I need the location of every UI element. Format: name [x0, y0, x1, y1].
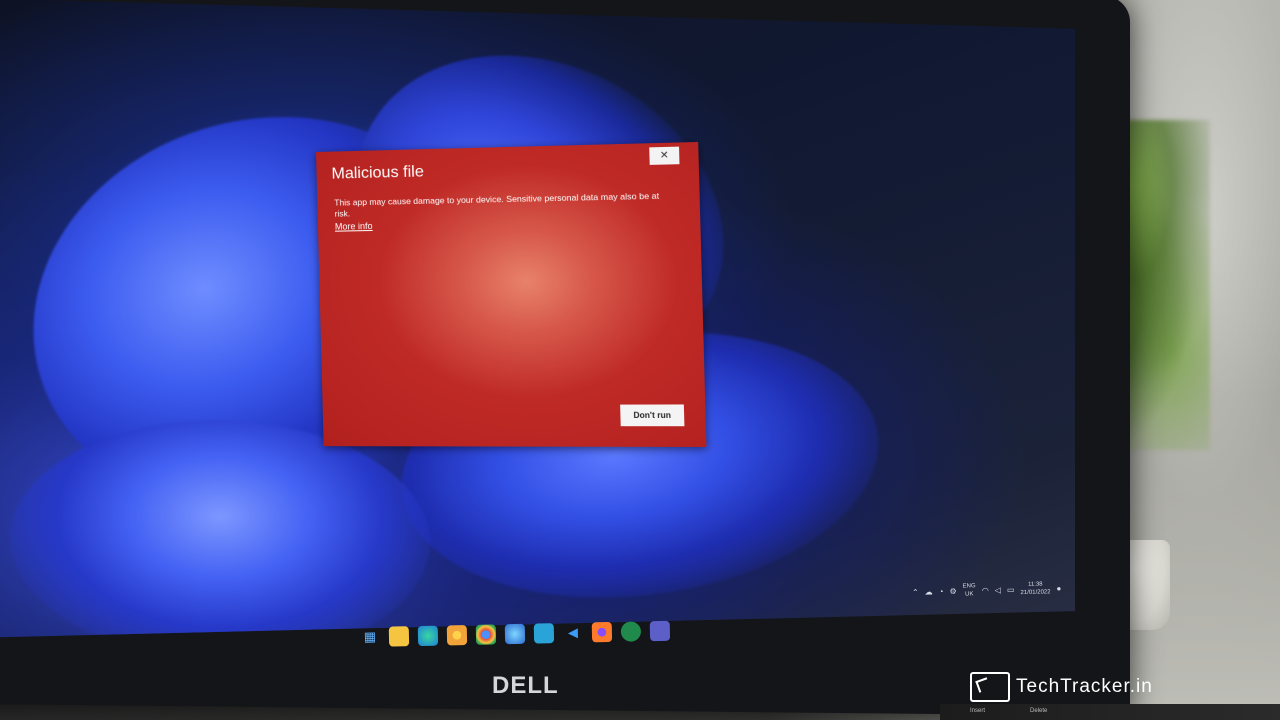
- chrome-canary-icon[interactable]: [446, 625, 468, 646]
- teams-icon[interactable]: [649, 620, 671, 642]
- windows-start-icon[interactable]: ▦: [360, 627, 380, 647]
- insert-key: Insert: [970, 708, 986, 714]
- cursor-window-icon: [970, 672, 1010, 702]
- more-info-link[interactable]: More info: [335, 221, 373, 232]
- edge-icon[interactable]: [417, 625, 439, 647]
- chrome-icon[interactable]: [475, 624, 497, 645]
- malicious-file-dialog: Malicious file ✕ This app may cause dama…: [316, 141, 707, 448]
- watermark: TechTracker.in: [970, 672, 1153, 702]
- close-button[interactable]: ✕: [649, 146, 680, 165]
- wifi-icon[interactable]: ◠: [982, 585, 989, 594]
- store-icon[interactable]: [533, 623, 555, 644]
- chevron-up-icon[interactable]: ⌃: [912, 587, 919, 596]
- delete-key: Delete: [1030, 708, 1048, 714]
- battery-icon[interactable]: ▭: [1007, 585, 1015, 594]
- clock[interactable]: 11:38 21/01/2022: [1020, 580, 1050, 597]
- notification-icon[interactable]: ●: [1056, 584, 1061, 593]
- settings-icon[interactable]: ⚙: [949, 586, 956, 595]
- language-indicator[interactable]: ENG UK: [963, 582, 976, 598]
- app-icon[interactable]: [620, 621, 642, 642]
- dialog-message: This app may cause damage to your device…: [334, 190, 660, 219]
- vscode-icon[interactable]: ◀: [563, 623, 583, 643]
- dialog-title: Malicious file: [331, 163, 425, 183]
- network-icon[interactable]: ◔: [939, 587, 944, 596]
- watermark-text: TechTracker.in: [1016, 676, 1153, 697]
- dont-run-button[interactable]: Don't run: [620, 404, 685, 427]
- volume-icon[interactable]: ◁: [995, 585, 1001, 594]
- firefox-icon[interactable]: [591, 621, 613, 643]
- keyboard-strip: Insert Delete: [940, 704, 1280, 720]
- clock-date: 21/01/2022: [1020, 589, 1051, 597]
- onedrive-icon[interactable]: ☁: [925, 587, 933, 596]
- file-explorer-icon[interactable]: [388, 626, 410, 647]
- language-region: UK: [965, 591, 974, 598]
- dell-logo: DELL: [492, 672, 559, 699]
- edge-dev-icon[interactable]: [504, 623, 526, 645]
